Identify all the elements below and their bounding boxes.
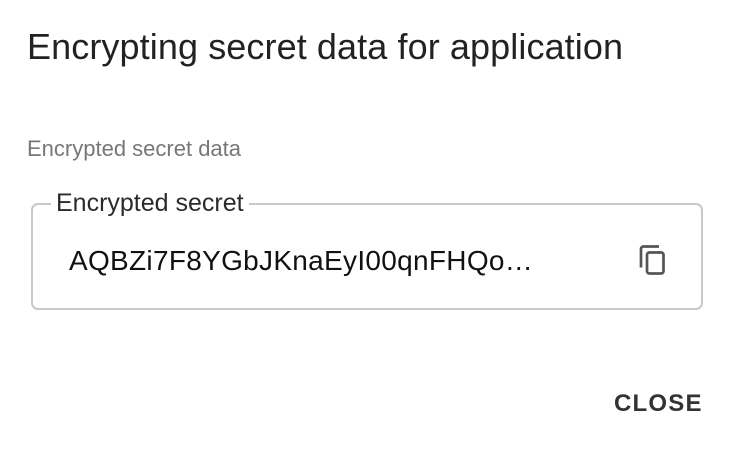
field-label: Encrypted secret (51, 187, 249, 219)
dialog-title: Encrypting secret data for application (27, 26, 624, 67)
close-button[interactable]: CLOSE (604, 384, 713, 424)
encrypt-secret-dialog: Encrypting secret data for application E… (0, 0, 734, 454)
copy-icon (639, 245, 665, 275)
encrypted-secret-value[interactable]: AQBZi7F8YGbJKnaEyI00qnFHQo… (69, 243, 591, 279)
section-label: Encrypted secret data (27, 136, 242, 161)
copy-button[interactable] (631, 238, 675, 282)
encrypted-secret-field: Encrypted secret AQBZi7F8YGbJKnaEyI00qnF… (31, 187, 703, 310)
